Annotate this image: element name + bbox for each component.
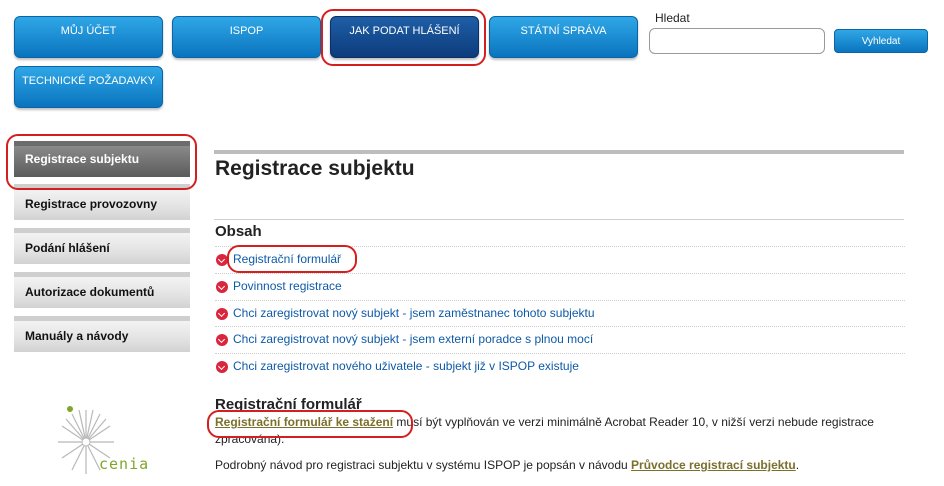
search-input[interactable] — [649, 28, 825, 54]
nav-my-account[interactable]: MŮJ ÚČET — [14, 16, 163, 58]
divider — [214, 219, 904, 220]
chevron-down-icon — [216, 334, 228, 346]
download-form-link[interactable]: Registrační formulář ke stažení — [215, 415, 393, 429]
toc-link-external-advisor[interactable]: Chci zaregistrovat nový subjekt - jsem e… — [233, 332, 593, 346]
nav-how-to-report[interactable]: JAK PODAT HLÁŠENÍ — [330, 16, 479, 58]
paragraph: Podrobný návod pro registraci subjektu v… — [215, 458, 915, 472]
search-label: Hledat — [655, 11, 690, 25]
paragraph: Registrační formulář ke stažení musí být… — [215, 414, 905, 448]
sidebar-item-manuals[interactable]: Manuály a návody — [14, 316, 190, 352]
paragraph-text: Podrobný návod pro registraci subjektu v… — [215, 458, 632, 472]
toc-link-new-user[interactable]: Chci zaregistrovat nového uživatele - su… — [233, 359, 579, 373]
toc-link-registration-form[interactable]: Registrační formulář — [233, 252, 341, 266]
sidebar-item-document-authorization[interactable]: Autorizace dokumentů — [14, 272, 190, 308]
section-title: Registrační formulář — [215, 396, 362, 413]
paragraph-text: . — [795, 458, 800, 472]
sidebar-item-establishment-registration[interactable]: Registrace provozovny — [14, 184, 190, 220]
toc-item[interactable]: Povinnost registrace — [215, 273, 905, 299]
nav-ispop[interactable]: ISPOP — [172, 16, 321, 58]
page-title: Registrace subjektu — [215, 157, 415, 180]
title-rule — [214, 150, 904, 154]
toc-item[interactable]: Chci zaregistrovat nový subjekt - jsem z… — [215, 300, 905, 326]
chevron-down-icon — [216, 281, 228, 293]
toc-link-registration-duty[interactable]: Povinnost registrace — [233, 279, 342, 293]
chevron-down-icon — [216, 308, 228, 320]
chevron-down-icon — [216, 254, 228, 266]
logo-text: cenia — [99, 455, 150, 473]
toc-item[interactable]: Chci zaregistrovat nového uživatele - su… — [215, 353, 905, 379]
toc-item[interactable]: Chci zaregistrovat nový subjekt - jsem e… — [215, 326, 905, 352]
sidebar-item-report-submission[interactable]: Podání hlášení — [14, 228, 190, 264]
nav-technical-requirements[interactable]: TECHNICKÉ POŽADAVKY — [14, 66, 163, 108]
toc-item[interactable]: Registrační formulář — [215, 246, 905, 272]
sidebar-item-subject-registration[interactable]: Registrace subjektu — [14, 141, 190, 177]
guide-link[interactable]: Průvodce registrací subjektu — [631, 458, 796, 472]
chevron-down-icon — [216, 361, 228, 373]
toc-heading: Obsah — [215, 223, 262, 240]
search-button[interactable]: Vyhledat — [834, 29, 928, 53]
nav-state-administration[interactable]: STÁTNÍ SPRÁVA — [489, 16, 638, 58]
toc-link-employee[interactable]: Chci zaregistrovat nový subjekt - jsem z… — [233, 306, 595, 320]
